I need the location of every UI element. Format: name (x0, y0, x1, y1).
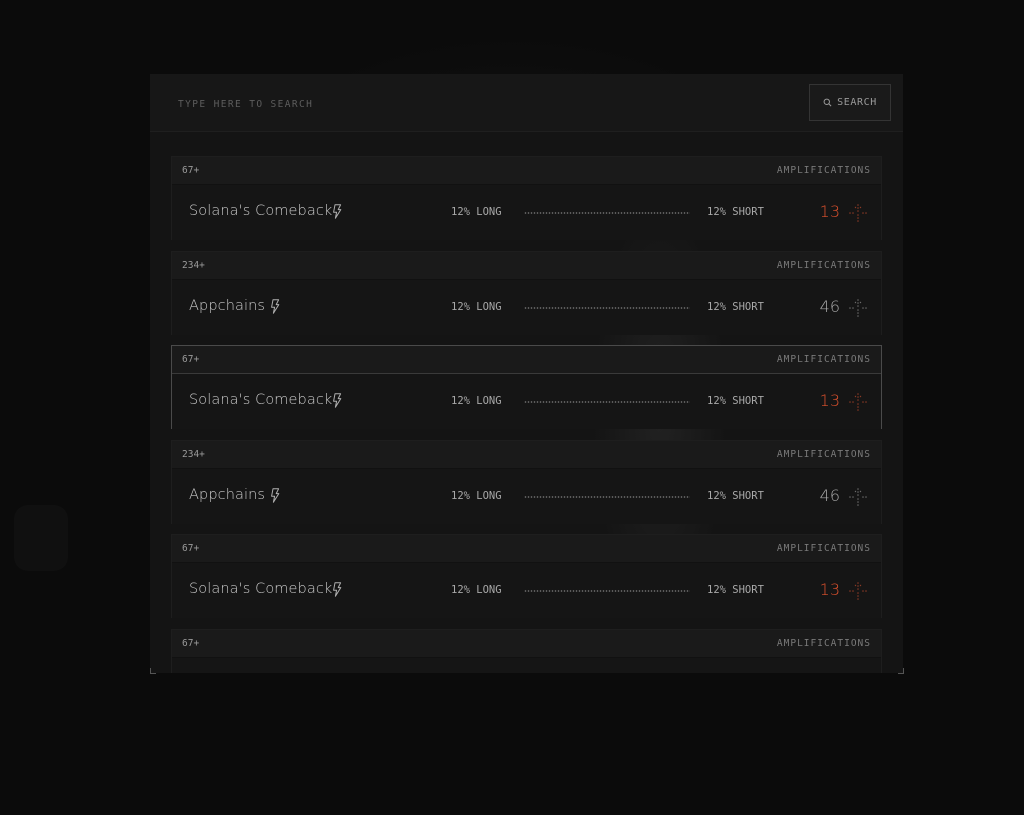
topic-title: Solana's Comeback (189, 392, 333, 408)
amplifications-label: AMPLIFICATIONS (776, 543, 871, 554)
amplify-arrow-icon[interactable] (847, 391, 869, 413)
card-body: Appchains 12% LONG 12% SHORT 46 (172, 279, 881, 335)
short-percentage: 12% SHORT (707, 584, 764, 596)
amplification-score: 13 (819, 580, 840, 599)
sentiment-divider (524, 212, 690, 214)
card-header: 234+ AMPLIFICATIONS (172, 251, 881, 280)
amplify-arrow-icon[interactable] (847, 297, 869, 319)
search-button[interactable]: SEARCH (809, 84, 891, 121)
lightning-icon (332, 393, 342, 413)
card-body: Appchains 12% LONG 12% SHORT 46 (172, 468, 881, 524)
card-body: Solana's Comeback 12% LONG 12% SHORT 13 (172, 374, 881, 429)
sentiment-divider (524, 306, 690, 309)
search-icon (823, 98, 832, 107)
amplifications-label: AMPLIFICATIONS (776, 448, 871, 460)
amplifications-label: AMPLIFICATIONS (776, 259, 871, 271)
lightning-icon (270, 298, 280, 319)
topic-card[interactable]: 67+ AMPLIFICATIONS Solana's Comeback 12% LO… (171, 534, 882, 618)
amplifications-label: AMPLIFICATIONS (776, 637, 871, 649)
lightning-icon (332, 582, 342, 602)
long-percentage: 12% LONG (451, 489, 502, 502)
topic-card[interactable]: 67+ AMPLIFICATIONS Solana's Comeback 12% LO… (171, 345, 882, 429)
topic-list: 67+ AMPLIFICATIONS Solana's Comeback 12% LO… (171, 156, 882, 673)
amplify-arrow-icon[interactable] (847, 486, 869, 508)
topic-card[interactable]: 234+ AMPLIFICATIONS Appchains 12% LONG 12% S… (171, 439, 882, 524)
card-header: 67+ AMPLIFICATIONS (172, 346, 881, 374)
participant-count: 234+ (182, 448, 205, 460)
corner-mark (898, 668, 904, 674)
short-percentage: 12% SHORT (707, 395, 764, 407)
card-body: Solana's Comeback 12% LONG 12% SHORT 13 (172, 563, 881, 618)
card-body (172, 657, 881, 673)
topic-title: Appchains (189, 486, 266, 503)
participant-count: 67+ (182, 543, 200, 554)
card-header: 67+ AMPLIFICATIONS (172, 629, 881, 658)
topic-card[interactable]: 234+ AMPLIFICATIONS Appchains 12% LONG 12% S… (171, 250, 882, 335)
amplification-score: 13 (819, 391, 840, 410)
lightning-icon (332, 204, 342, 224)
card-body: Solana's Comeback 12% LONG 12% SHORT 13 (172, 185, 881, 240)
amplification-score: 46 (819, 485, 840, 505)
long-percentage: 12% LONG (451, 395, 502, 407)
sentiment-divider (524, 590, 690, 592)
topic-title: Solana's Comeback (189, 581, 333, 597)
search-bar: SEARCH (150, 74, 903, 132)
card-header: 67+ AMPLIFICATIONS (172, 157, 881, 185)
card-header: 67+ AMPLIFICATIONS (172, 535, 881, 563)
long-percentage: 12% LONG (451, 206, 502, 218)
corner-mark (150, 668, 156, 674)
topic-card[interactable]: 67+ AMPLIFICATIONS (171, 628, 882, 673)
topic-title: Appchains (189, 297, 266, 314)
amplify-arrow-icon[interactable] (847, 202, 869, 224)
lightning-icon (270, 487, 280, 508)
search-input[interactable] (176, 92, 740, 116)
amplification-score: 46 (819, 296, 840, 316)
market-panel: SEARCH 67+ AMPLIFICATIONS Solana's Comebac… (150, 74, 903, 673)
participant-count: 67+ (182, 637, 200, 649)
amplification-score: 13 (819, 202, 840, 221)
card-header: 234+ AMPLIFICATIONS (172, 440, 881, 469)
amplifications-label: AMPLIFICATIONS (776, 165, 871, 176)
short-percentage: 12% SHORT (707, 206, 764, 218)
sentiment-divider (524, 401, 690, 403)
long-percentage: 12% LONG (451, 300, 502, 313)
search-button-label: SEARCH (837, 97, 877, 108)
short-percentage: 12% SHORT (707, 300, 764, 313)
background-shape (14, 505, 68, 571)
amplify-arrow-icon[interactable] (847, 580, 869, 602)
participant-count: 67+ (182, 165, 200, 176)
short-percentage: 12% SHORT (707, 489, 764, 502)
participant-count: 67+ (182, 354, 200, 365)
long-percentage: 12% LONG (451, 584, 502, 596)
amplifications-label: AMPLIFICATIONS (776, 354, 871, 365)
participant-count: 234+ (182, 259, 205, 271)
sentiment-divider (524, 495, 690, 498)
topic-card[interactable]: 67+ AMPLIFICATIONS Solana's Comeback 12% LO… (171, 156, 882, 240)
topic-title: Solana's Comeback (189, 203, 333, 219)
